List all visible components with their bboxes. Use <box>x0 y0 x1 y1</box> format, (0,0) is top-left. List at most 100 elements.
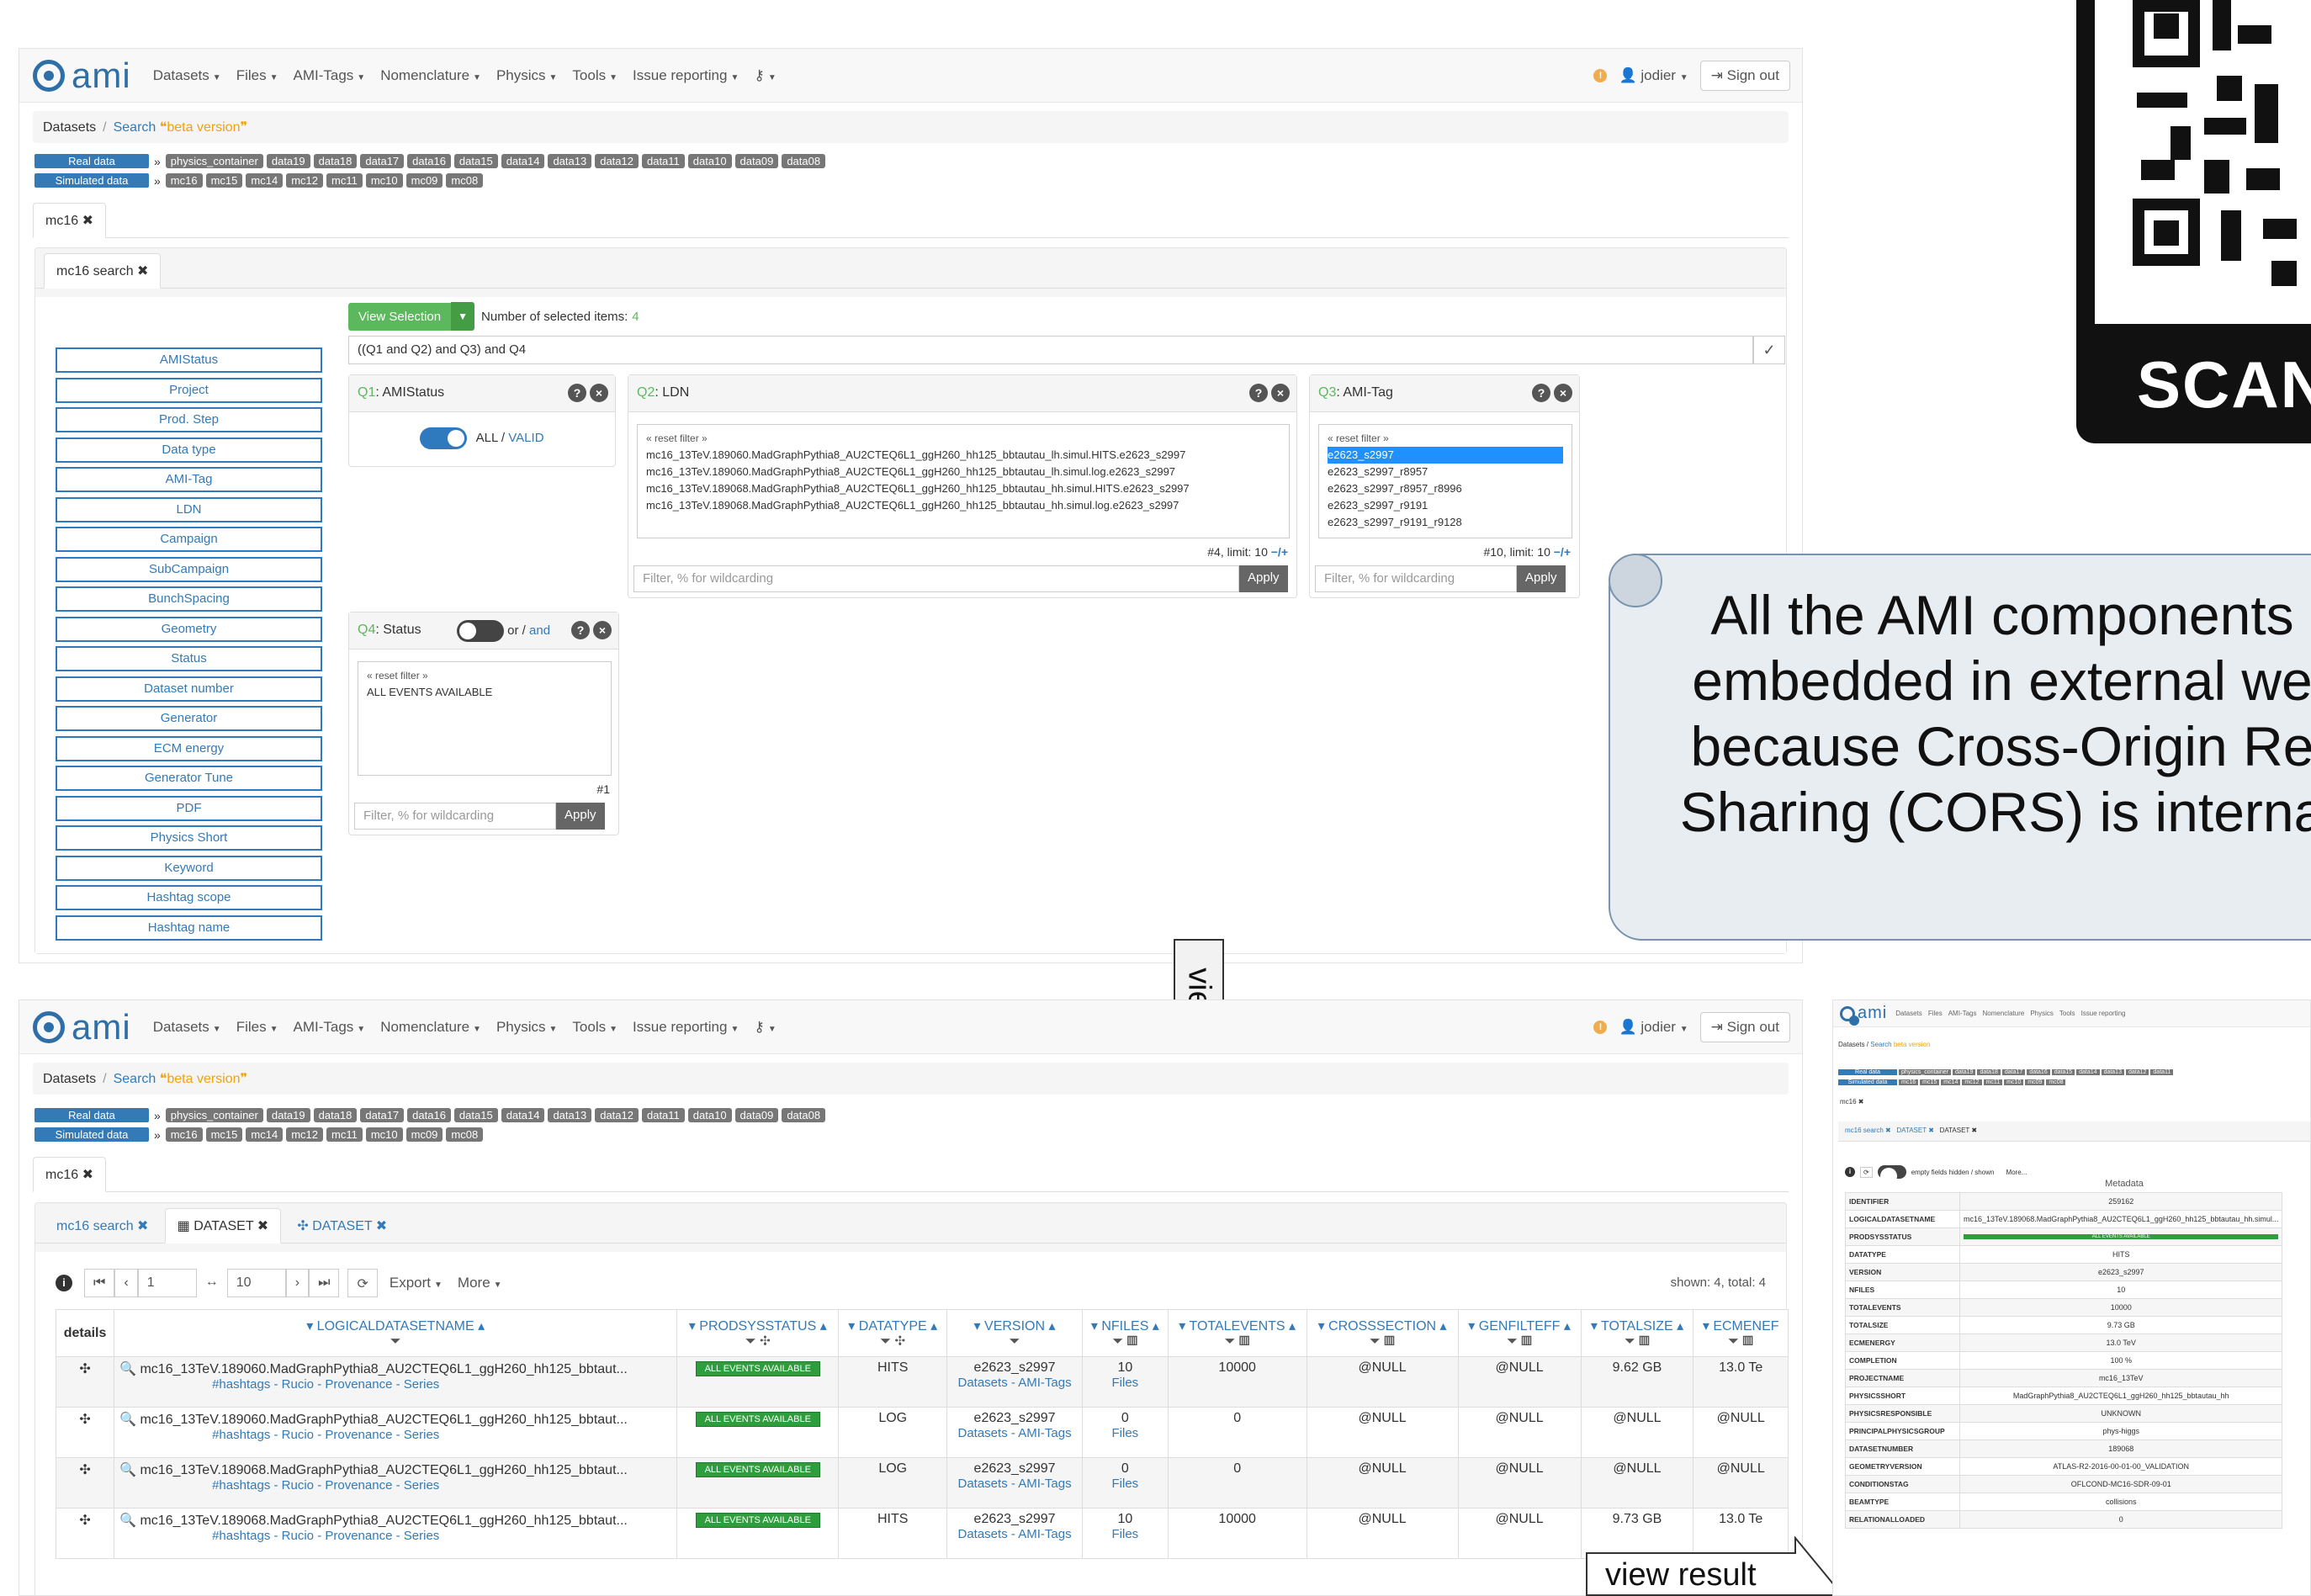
tag-mc16[interactable]: mc16 <box>165 1127 203 1142</box>
provenance-link[interactable]: Provenance <box>325 1529 392 1543</box>
info-icon[interactable]: i <box>56 1275 72 1291</box>
files-link[interactable]: Files <box>1112 1527 1139 1541</box>
tag-data11[interactable]: data11 <box>641 1108 685 1122</box>
close-icon[interactable]: × <box>593 621 612 639</box>
reset-filter-link[interactable]: « reset filter » <box>367 667 602 684</box>
criterion-hashtag-name[interactable]: Hashtag name <box>56 915 322 941</box>
ldn-cell[interactable]: mc16_13TeV.189060.MadGraphPythia8_AU2CTE… <box>140 1413 627 1427</box>
criterion-project[interactable]: Project <box>56 377 322 403</box>
breadcrumb-datasets[interactable]: Datasets <box>43 1072 96 1086</box>
empty-fields-toggle[interactable] <box>1877 1165 1906 1185</box>
page-input[interactable]: 1 <box>137 1269 197 1297</box>
hashtags-link[interactable]: #hashtags <box>212 1478 270 1493</box>
tag-mc12[interactable]: mc12 <box>286 1127 323 1142</box>
tag-data17[interactable]: data17 <box>360 1108 405 1122</box>
and-link[interactable]: and <box>529 623 550 638</box>
hashtags-link[interactable]: #hashtags <box>212 1529 270 1543</box>
key-icon[interactable]: ⚷ ▼ <box>754 67 776 84</box>
q3-apply-button[interactable]: Apply <box>1517 565 1566 592</box>
mini-tab-mc16[interactable]: mc16 ✖ <box>1840 1098 1864 1106</box>
tag-mc08[interactable]: mc08 <box>446 173 484 188</box>
nav-ami-tags[interactable]: AMI-Tags ▼ <box>294 1019 366 1036</box>
tag-data14[interactable]: data14 <box>501 154 545 168</box>
sim-data-label[interactable]: Simulated data <box>34 173 149 188</box>
col-ecmenergy[interactable]: ▾ ECMENEF ⏷ ▥ <box>1693 1309 1789 1357</box>
rucio-link[interactable]: Rucio <box>282 1377 314 1392</box>
mini-tab-dataset-list[interactable]: DATASET ✖ <box>1896 1127 1934 1134</box>
tag-mc09[interactable]: mc09 <box>405 173 443 188</box>
criterion-status[interactable]: Status <box>56 646 322 671</box>
provenance-link[interactable]: Provenance <box>325 1478 392 1493</box>
nav-files[interactable]: Files <box>1928 1010 1943 1017</box>
col-totalevents[interactable]: ▾ TOTALEVENTS ▴ ⏷ ▥ <box>1167 1309 1307 1357</box>
col-genfilteff[interactable]: ▾ GENFILTEFF ▴ ⏷ ▥ <box>1457 1309 1582 1357</box>
close-icon[interactable]: × <box>1271 384 1290 402</box>
col-crosssection[interactable]: ▾ CROSSSECTION ▴ ⏷ ▥ <box>1306 1309 1459 1357</box>
nav-ami-tags[interactable]: AMI-Tags ▼ <box>294 67 366 84</box>
amistatus-toggle[interactable] <box>420 427 468 449</box>
tag-data13[interactable]: data13 <box>548 154 592 168</box>
tag-data08[interactable]: data08 <box>782 1108 826 1122</box>
ldn-option[interactable]: mc16_13TeV.189060.MadGraphPythia8_AU2CTE… <box>646 464 1280 480</box>
amitag-option[interactable]: e2623_s2997_r9191 <box>1328 497 1563 514</box>
nav-datasets[interactable]: Datasets ▼ <box>153 67 221 84</box>
criterion-amistatus[interactable]: AMIStatus <box>56 347 322 373</box>
nav-physics[interactable]: Physics ▼ <box>496 1019 557 1036</box>
criterion-ecm-energy[interactable]: ECM energy <box>56 735 322 761</box>
nav-physics[interactable]: Physics ▼ <box>496 67 557 84</box>
tag-data12[interactable]: data12 <box>595 154 639 168</box>
reset-filter-link[interactable]: « reset filter » <box>646 430 1280 447</box>
sign-out-button[interactable]: ⇥ Sign out <box>1699 60 1790 91</box>
tag-physics-container[interactable]: physics_container <box>165 154 263 168</box>
real-data-label[interactable]: Real data <box>34 1108 149 1122</box>
tag-data15[interactable]: data15 <box>453 154 498 168</box>
nav-issue-reporting[interactable]: Issue reporting ▼ <box>633 67 739 84</box>
help-icon[interactable]: ? <box>1249 384 1268 402</box>
status-option[interactable]: ALL EVENTS AVAILABLE <box>367 684 602 701</box>
tag-data10[interactable]: data10 <box>687 1108 732 1122</box>
tag-mc11[interactable]: mc11 <box>326 1127 363 1142</box>
next-page-icon[interactable]: › <box>285 1269 310 1297</box>
ami-logo[interactable]: ami <box>1840 1004 1887 1026</box>
amitag-option[interactable]: e2623_s2997_r8957_r8996 <box>1328 480 1563 497</box>
help-icon[interactable]: ? <box>571 621 590 639</box>
amitags-link[interactable]: AMI-Tags <box>1018 1376 1071 1390</box>
nav-files[interactable]: Files ▼ <box>236 1019 278 1036</box>
tag-data15[interactable]: data15 <box>453 1108 498 1122</box>
criterion-data-type[interactable]: Data type <box>56 437 322 463</box>
view-selection-caret-icon[interactable]: ▼ <box>451 302 475 331</box>
ldn-cell[interactable]: mc16_13TeV.189068.MadGraphPythia8_AU2CTE… <box>140 1514 627 1528</box>
criterion-pdf[interactable]: PDF <box>56 795 322 821</box>
col-prodsysstatus[interactable]: ▾ PRODSYSSTATUS ▴ ⏷ ✣ <box>676 1309 840 1357</box>
info-icon[interactable]: i <box>1845 1167 1855 1177</box>
tag-mc09[interactable]: mc09 <box>405 1127 443 1142</box>
ldn-cell[interactable]: mc16_13TeV.189068.MadGraphPythia8_AU2CTE… <box>140 1463 627 1477</box>
q2-apply-button[interactable]: Apply <box>1239 565 1288 592</box>
details-expand-icon[interactable]: ✣ <box>55 1356 115 1408</box>
user-menu[interactable]: 👤 jodier ▼ <box>1619 67 1688 84</box>
tag-data09[interactable]: data09 <box>734 154 779 168</box>
ami-logo[interactable]: ami <box>33 56 131 96</box>
breadcrumb-search[interactable]: Search ❝beta version❞ <box>114 120 248 135</box>
refresh-icon[interactable]: ⟳ <box>1860 1166 1873 1178</box>
tag-data18[interactable]: data18 <box>313 1108 358 1122</box>
criterion-ami-tag[interactable]: AMI-Tag <box>56 467 322 492</box>
nav-tools[interactable]: Tools ▼ <box>572 1019 618 1036</box>
nav-tools[interactable]: Tools <box>2059 1010 2075 1017</box>
rucio-link[interactable]: Rucio <box>282 1529 314 1543</box>
nav-nomenclature[interactable]: Nomenclature ▼ <box>380 67 481 84</box>
criterion-ldn[interactable]: LDN <box>56 496 322 522</box>
nav-datasets[interactable]: Datasets ▼ <box>153 1019 221 1036</box>
nav-datasets[interactable]: Datasets <box>1895 1010 1922 1017</box>
provenance-link[interactable]: Provenance <box>325 1428 392 1442</box>
check-icon[interactable]: ✓ <box>1753 336 1785 364</box>
q4-filter-input[interactable]: Filter, % for wildcarding <box>354 803 556 830</box>
col-version[interactable]: ▾ VERSION ▴ ⏷ <box>946 1309 1083 1357</box>
tag-physics-container[interactable]: physics_container <box>165 1108 263 1122</box>
q3-filter-input[interactable]: Filter, % for wildcarding <box>1315 565 1517 592</box>
mini-tab-search[interactable]: mc16 search ✖ <box>1845 1127 1891 1134</box>
series-link[interactable]: Series <box>404 1478 440 1493</box>
amitag-listbox[interactable]: « reset filter » e2623_s2997 e2623_s2997… <box>1318 424 1572 538</box>
ldn-cell[interactable]: mc16_13TeV.189060.MadGraphPythia8_AU2CTE… <box>140 1362 627 1376</box>
tag-data10[interactable]: data10 <box>687 154 732 168</box>
